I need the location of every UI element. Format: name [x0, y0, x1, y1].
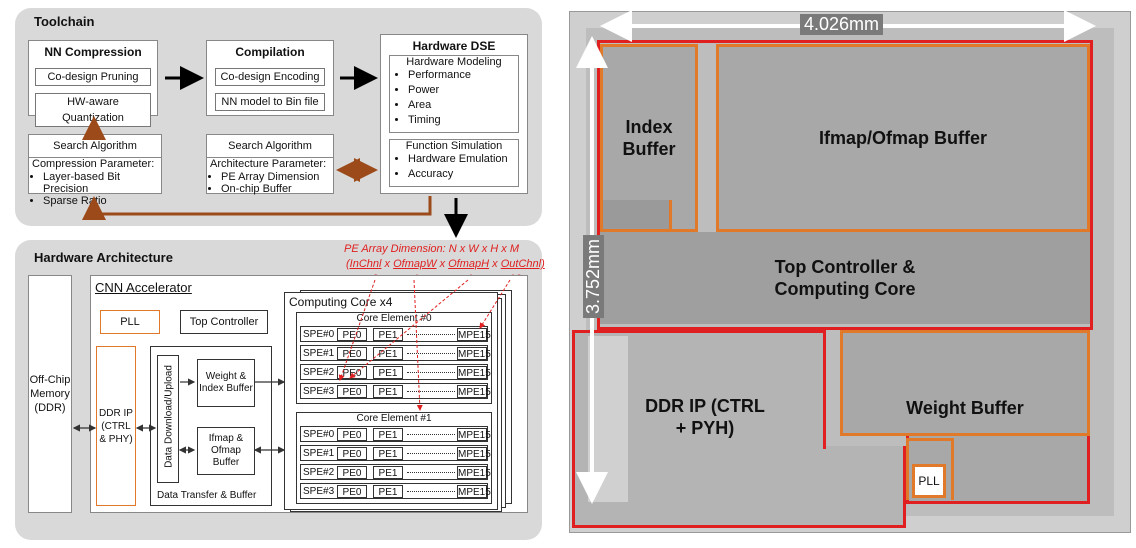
hardware-arrows [72, 279, 511, 454]
dimension-arrows [576, 10, 1096, 504]
chip-width-label: 4.026mm [800, 14, 884, 35]
chip-height-label: 3.752mm [583, 234, 605, 319]
